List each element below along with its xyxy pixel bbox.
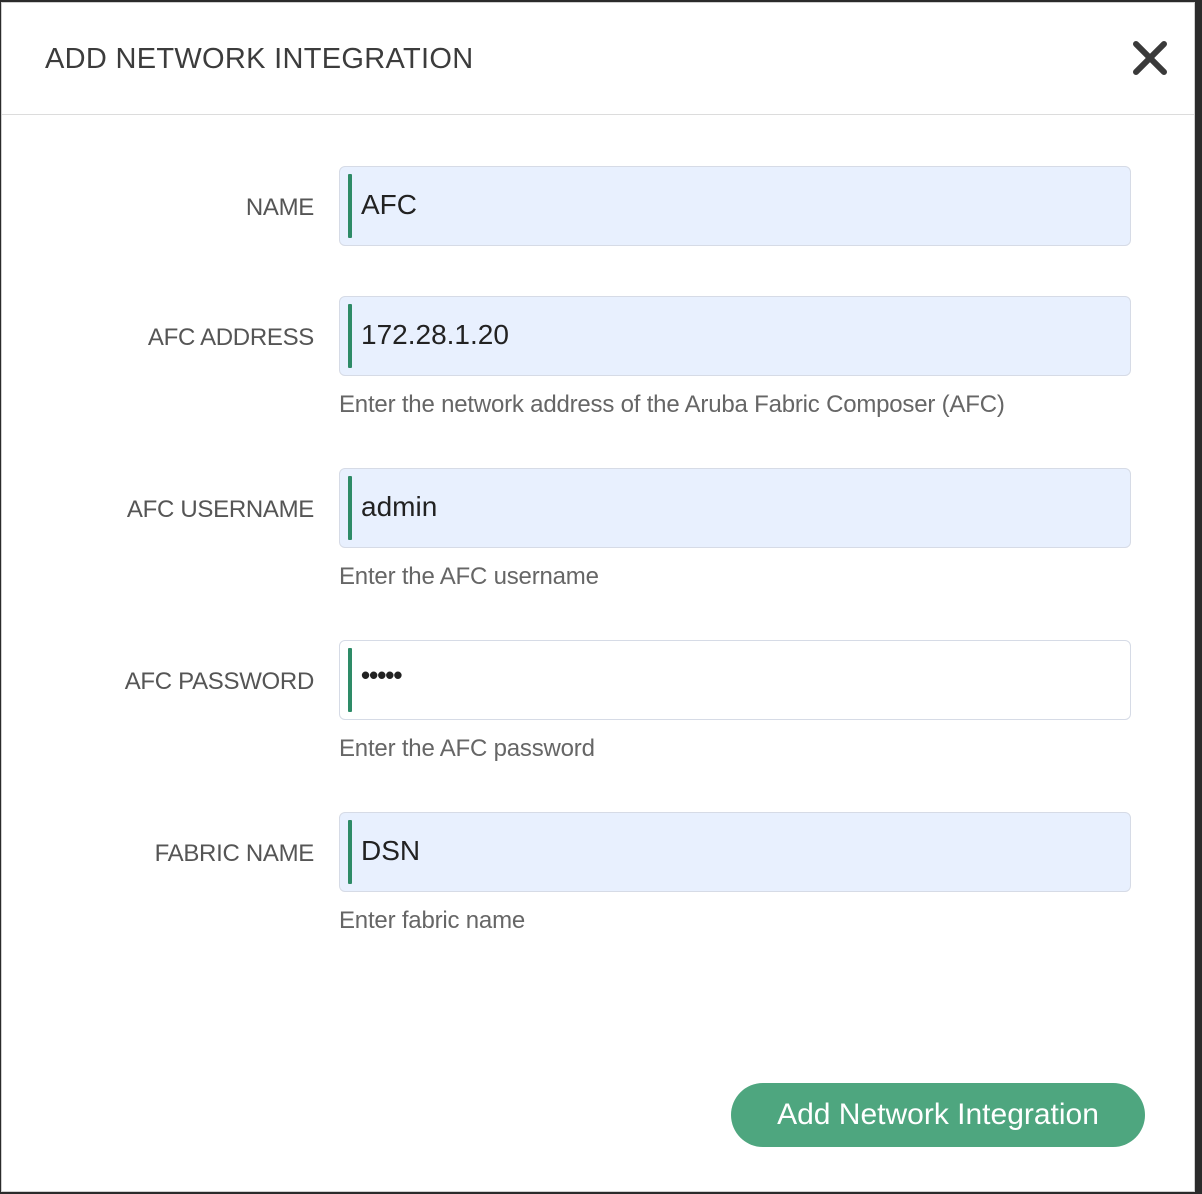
focus-indicator bbox=[348, 648, 352, 712]
afc-password-label: AFC PASSWORD bbox=[124, 668, 315, 695]
afc-password-value: ••••• bbox=[361, 660, 403, 690]
afc-address-value: 172.28.1.20 bbox=[361, 319, 509, 350]
add-network-integration-dialog: ADD NETWORK INTEGRATION NAME AFC AFC ADD… bbox=[1, 2, 1195, 1192]
afc-username-value: admin bbox=[361, 491, 438, 522]
afc-password-help: Enter the AFC password bbox=[339, 735, 595, 762]
afc-address-input[interactable]: 172.28.1.20 bbox=[339, 296, 1131, 376]
dialog-title: ADD NETWORK INTEGRATION bbox=[45, 43, 474, 75]
name-input[interactable]: AFC bbox=[339, 166, 1131, 246]
name-label: NAME bbox=[245, 194, 314, 221]
close-button[interactable] bbox=[1128, 36, 1172, 80]
afc-username-label: AFC USERNAME bbox=[126, 496, 314, 523]
focus-indicator bbox=[348, 820, 352, 884]
afc-username-input[interactable]: admin bbox=[339, 468, 1131, 548]
afc-address-help: Enter the network address of the Aruba F… bbox=[339, 391, 1005, 418]
fabric-name-help: Enter fabric name bbox=[339, 907, 526, 934]
afc-username-help: Enter the AFC username bbox=[339, 563, 599, 590]
afc-address-label: AFC ADDRESS bbox=[147, 324, 314, 351]
dialog-header: ADD NETWORK INTEGRATION bbox=[2, 3, 1194, 115]
focus-indicator bbox=[348, 304, 352, 368]
name-value: AFC bbox=[361, 189, 417, 220]
focus-indicator bbox=[348, 174, 352, 238]
focus-indicator bbox=[348, 476, 352, 540]
fabric-name-label: FABRIC NAME bbox=[154, 840, 315, 867]
fabric-name-value: DSN bbox=[361, 835, 421, 866]
afc-password-input[interactable]: ••••• bbox=[339, 640, 1131, 720]
close-icon bbox=[1133, 41, 1167, 75]
add-network-integration-button[interactable]: Add Network Integration bbox=[731, 1083, 1145, 1147]
fabric-name-input[interactable]: DSN bbox=[339, 812, 1131, 892]
